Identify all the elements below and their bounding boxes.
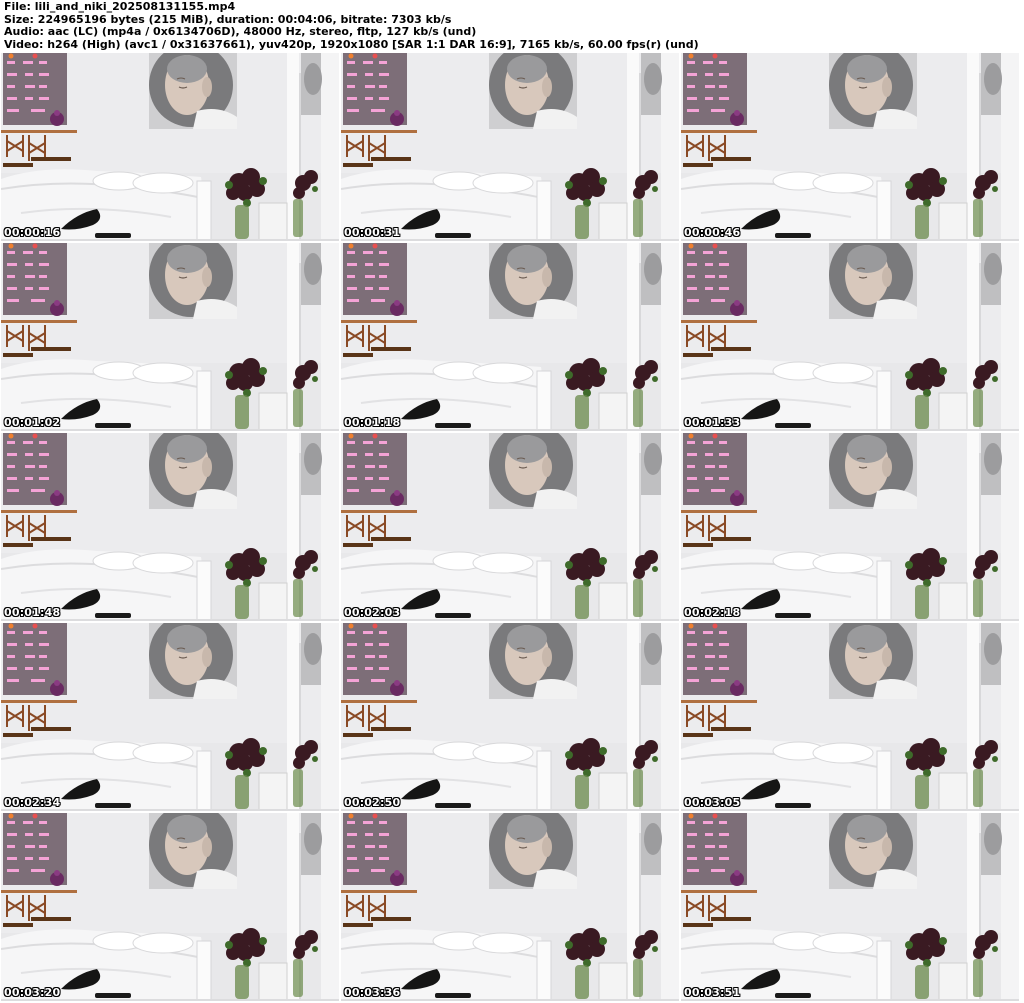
- file-name-line: File: lili_and_niki_202508131155.mp4: [4, 0, 236, 13]
- thumbnail-timestamp: 00:03:51: [684, 986, 741, 999]
- video-thumbnail: 00:03:05: [681, 623, 1019, 811]
- bedroom-scene-frame: [681, 623, 1019, 811]
- video-thumbnail: 00:03:51: [681, 813, 1019, 1001]
- bedroom-scene-frame: [1, 53, 339, 241]
- thumbnail-timestamp: 00:03:05: [684, 796, 741, 809]
- thumbnail-timestamp: 00:01:33: [684, 416, 741, 429]
- bedroom-scene-frame: [681, 433, 1019, 621]
- thumbnail-timestamp: 00:00:31: [344, 226, 401, 239]
- thumbnail-timestamp: 00:01:48: [4, 606, 61, 619]
- video-thumbnail: 00:00:31: [341, 53, 679, 241]
- thumbnail-timestamp: 00:02:18: [684, 606, 741, 619]
- thumbnail-timestamp: 00:01:02: [4, 416, 61, 429]
- bedroom-scene-frame: [341, 813, 679, 1001]
- thumbnail-timestamp: 00:03:36: [344, 986, 401, 999]
- thumbnail-timestamp: 00:00:46: [684, 226, 741, 239]
- file-info-header: File: lili_and_niki_202508131155.mp4 Siz…: [4, 0, 699, 51]
- thumbnail-timestamp: 00:01:18: [344, 416, 401, 429]
- video-thumbnail: 00:01:48: [1, 433, 339, 621]
- video-line: Video: h264 (High) (avc1 / 0x31637661), …: [4, 37, 699, 51]
- video-thumbnail: 00:01:18: [341, 243, 679, 431]
- thumbnail-timestamp: 00:02:03: [344, 606, 401, 619]
- bedroom-scene-frame: [341, 623, 679, 811]
- bedroom-scene-frame: [681, 53, 1019, 241]
- video-thumbnail: 00:03:20: [1, 813, 339, 1001]
- video-thumbnail: 00:00:46: [681, 53, 1019, 241]
- thumbnail-timestamp: 00:03:20: [4, 986, 61, 999]
- bedroom-scene-frame: [681, 813, 1019, 1001]
- video-thumbnail: 00:02:18: [681, 433, 1019, 621]
- thumbnail-timestamp: 00:02:50: [344, 796, 401, 809]
- video-thumbnail: 00:01:02: [1, 243, 339, 431]
- bedroom-scene-frame: [1, 243, 339, 431]
- thumbnail-timestamp: 00:00:16: [4, 226, 61, 239]
- audio-line: Audio: aac (LC) (mp4a / 0x6134706D), 480…: [4, 25, 477, 38]
- bedroom-scene-frame: [341, 243, 679, 431]
- video-thumbnail: 00:03:36: [341, 813, 679, 1001]
- bedroom-scene-frame: [1, 813, 339, 1001]
- thumbnail-grid: 00:00:16 00:00:31 00:00:46 00:01:02 00:0…: [1, 53, 1022, 1001]
- video-thumbnail: 00:02:34: [1, 623, 339, 811]
- video-thumbnail: 00:02:03: [341, 433, 679, 621]
- bedroom-scene-frame: [341, 53, 679, 241]
- bedroom-scene-frame: [341, 433, 679, 621]
- video-thumbnail: 00:00:16: [1, 53, 339, 241]
- bedroom-scene-frame: [681, 243, 1019, 431]
- video-thumbnail: 00:02:50: [341, 623, 679, 811]
- video-thumbnail: 00:01:33: [681, 243, 1019, 431]
- bedroom-scene-frame: [1, 433, 339, 621]
- bedroom-scene-frame: [1, 623, 339, 811]
- thumbnail-timestamp: 00:02:34: [4, 796, 61, 809]
